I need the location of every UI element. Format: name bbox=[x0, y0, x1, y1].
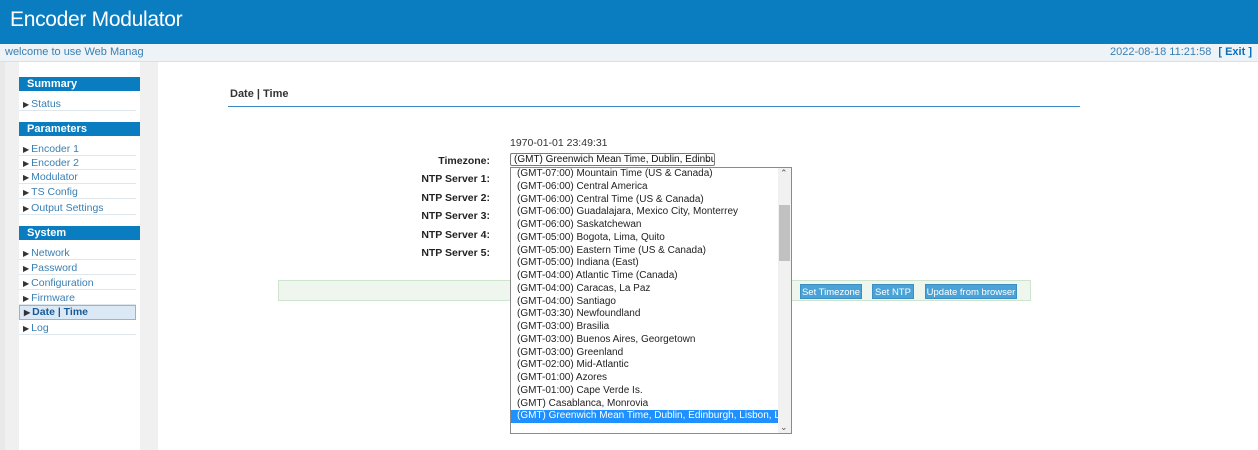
ntp-server-2-label: NTP Server 2: bbox=[421, 192, 490, 204]
welcome-text: welcome to use Web Manag bbox=[5, 46, 144, 58]
arrow-right-icon: ▶ bbox=[23, 173, 30, 182]
sidebar-item-ts-config[interactable]: ▶ TS Config bbox=[19, 186, 136, 199]
sidebar-item-status[interactable]: ▶ Status bbox=[19, 98, 136, 111]
title-divider bbox=[228, 106, 1080, 107]
ntp-server-1-label: NTP Server 1: bbox=[421, 173, 490, 185]
arrow-right-icon: ▶ bbox=[23, 279, 30, 288]
timezone-option[interactable]: (GMT-06:00) Saskatchewan bbox=[511, 219, 779, 232]
arrow-right-icon: ▶ bbox=[23, 188, 30, 197]
timezone-option[interactable]: (GMT-05:00) Bogota, Lima, Quito bbox=[511, 232, 779, 245]
timezone-option[interactable]: (GMT-04:00) Atlantic Time (Canada) bbox=[511, 270, 779, 283]
app-header: Encoder Modulator bbox=[0, 0, 1258, 44]
timezone-option[interactable]: (GMT-03:00) Buenos Aires, Georgetown bbox=[511, 334, 779, 347]
sidebar-section-parameters: Parameters bbox=[19, 122, 140, 136]
sidebar-item-output-settings[interactable]: ▶ Output Settings bbox=[19, 202, 136, 215]
sidebar-section-summary: Summary bbox=[19, 77, 140, 91]
app-title: Encoder Modulator bbox=[10, 8, 183, 31]
ntp-server-5-label: NTP Server 5: bbox=[421, 247, 490, 259]
timezone-dropdown-list[interactable]: (GMT-07:00) Mountain Time (US & Canada) … bbox=[510, 167, 792, 434]
scrollbar-thumb[interactable] bbox=[779, 205, 790, 261]
timezone-option[interactable]: (GMT-05:00) Indiana (East) bbox=[511, 257, 779, 270]
sidebar-section-system: System bbox=[19, 226, 140, 240]
dropdown-scrollbar[interactable]: ⌃ ⌄ bbox=[778, 168, 791, 433]
timezone-option[interactable]: (GMT) Casablanca, Monrovia bbox=[511, 398, 779, 411]
sidebar-item-password[interactable]: ▶ Password bbox=[19, 262, 136, 275]
timezone-option[interactable]: (GMT-05:00) Eastern Time (US & Canada) bbox=[511, 245, 779, 258]
sidebar-item-encoder-1[interactable]: ▶ Encoder 1 bbox=[19, 143, 136, 156]
datetime-exit: 2022-08-18 11:21:58 [ Exit ] bbox=[1110, 46, 1252, 58]
info-bar: welcome to use Web Manag 2022-08-18 11:2… bbox=[0, 44, 1258, 62]
timezone-option-selected[interactable]: (GMT) Greenwich Mean Time, Dublin, Edinb… bbox=[511, 410, 779, 423]
timezone-option[interactable]: (GMT-06:00) Guadalajara, Mexico City, Mo… bbox=[511, 206, 779, 219]
timezone-option[interactable]: (GMT-03:00) Brasilia bbox=[511, 321, 779, 334]
sidebar-item-modulator[interactable]: ▶ Modulator bbox=[19, 171, 136, 184]
ntp-server-3-label: NTP Server 3: bbox=[421, 210, 490, 222]
arrow-right-icon: ▶ bbox=[23, 204, 30, 213]
arrow-right-icon: ▶ bbox=[23, 145, 30, 154]
set-ntp-button[interactable]: Set NTP bbox=[872, 284, 914, 299]
arrow-right-icon: ▶ bbox=[23, 159, 30, 168]
exit-link[interactable]: [ Exit ] bbox=[1218, 46, 1252, 58]
timezone-option[interactable]: (GMT-04:00) Santiago bbox=[511, 296, 779, 309]
set-timezone-button[interactable]: Set Timezone bbox=[800, 284, 862, 299]
timezone-option[interactable]: (GMT-04:00) Caracas, La Paz bbox=[511, 283, 779, 296]
timezone-option[interactable]: (GMT-03:00) Greenland bbox=[511, 347, 779, 360]
sidebar-item-log[interactable]: ▶ Log bbox=[19, 322, 136, 335]
sidebar-panel: Summary ▶ Status Parameters ▶ Encoder 1 ▶ E… bbox=[19, 62, 140, 450]
timezone-option[interactable]: (GMT-07:00) Mountain Time (US & Canada) bbox=[511, 168, 779, 181]
page-title: Date | Time bbox=[230, 88, 289, 100]
timezone-option[interactable]: (GMT-03:30) Newfoundland bbox=[511, 308, 779, 321]
sidebar: Summary ▶ Status Parameters ▶ Encoder 1 ▶ E… bbox=[5, 62, 158, 450]
current-device-time: 1970-01-01 23:49:31 bbox=[510, 137, 608, 149]
timezone-select[interactable]: (GMT) Greenwich Mean Time, Dublin, Edinb… bbox=[510, 153, 715, 166]
arrow-right-icon: ▶ bbox=[23, 249, 30, 258]
sidebar-item-firmware[interactable]: ▶ Firmware bbox=[19, 292, 136, 305]
timezone-select-value: (GMT) Greenwich Mean Time, Dublin, Edinb… bbox=[514, 154, 715, 165]
timezone-option[interactable]: (GMT-06:00) Central America bbox=[511, 181, 779, 194]
arrow-right-icon: ▶ bbox=[24, 308, 31, 317]
update-from-browser-button[interactable]: Update from browser bbox=[925, 284, 1017, 299]
sidebar-item-date-time[interactable]: ▶ Date | Time bbox=[19, 305, 136, 320]
sidebar-item-configuration[interactable]: ▶ Configuration bbox=[19, 277, 136, 290]
arrow-right-icon: ▶ bbox=[23, 294, 30, 303]
arrow-right-icon: ▶ bbox=[23, 264, 30, 273]
timezone-option[interactable]: (GMT-01:00) Cape Verde Is. bbox=[511, 385, 779, 398]
timezone-option[interactable]: (GMT-02:00) Mid-Atlantic bbox=[511, 359, 779, 372]
arrow-right-icon: ▶ bbox=[23, 100, 30, 109]
sidebar-item-network[interactable]: ▶ Network bbox=[19, 247, 136, 260]
system-datetime: 2022-08-18 11:21:58 bbox=[1109, 46, 1212, 58]
chevron-down-icon: ⌄ bbox=[704, 154, 712, 164]
chevron-down-icon[interactable]: ⌄ bbox=[780, 422, 788, 433]
timezone-options: (GMT-07:00) Mountain Time (US & Canada) … bbox=[511, 168, 779, 433]
arrow-right-icon: ▶ bbox=[23, 324, 30, 333]
timezone-option[interactable]: (GMT-06:00) Central Time (US & Canada) bbox=[511, 194, 779, 207]
chevron-up-icon[interactable]: ⌃ bbox=[780, 168, 788, 179]
sidebar-item-encoder-2[interactable]: ▶ Encoder 2 bbox=[19, 157, 136, 170]
timezone-label: Timezone: bbox=[438, 155, 490, 167]
ntp-server-4-label: NTP Server 4: bbox=[421, 229, 490, 241]
timezone-option[interactable]: (GMT-01:00) Azores bbox=[511, 372, 779, 385]
